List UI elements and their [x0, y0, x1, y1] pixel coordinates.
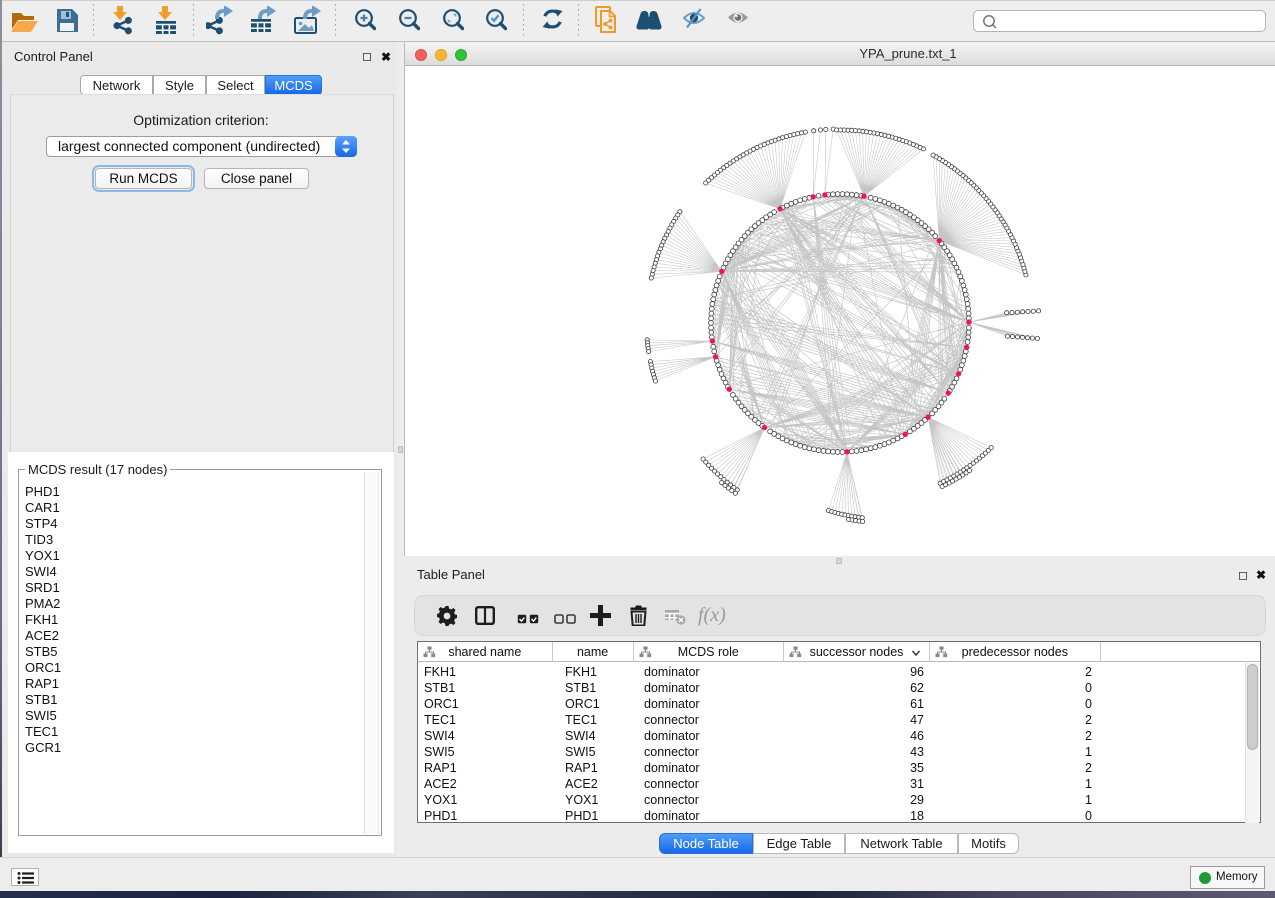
- svg-text:f(x): f(x): [698, 604, 726, 626]
